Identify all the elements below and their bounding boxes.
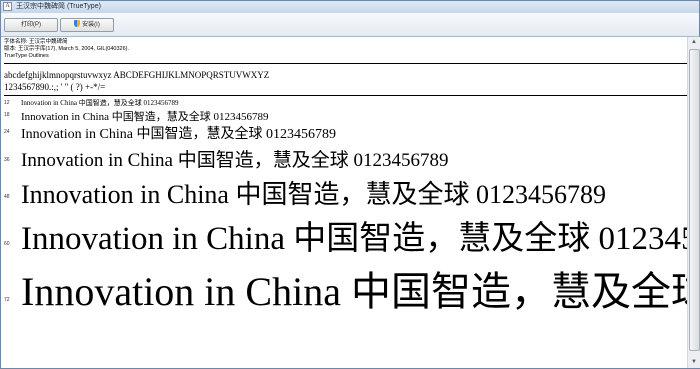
print-button[interactable]: 打印(P) xyxy=(4,18,58,32)
font-file-icon: A xyxy=(3,2,12,11)
sample-text: Innovation in China 中国智造，慧及全球 0123456789 xyxy=(21,150,449,171)
size-label: 12 xyxy=(4,100,10,106)
sample-text: Innovation in China 中国智造，慧及全球 0123456789 xyxy=(21,99,179,107)
divider xyxy=(4,95,687,96)
print-button-label: 打印(P) xyxy=(21,22,41,28)
size-label: 48 xyxy=(4,194,10,200)
title-bar: A 王汉宗中魏碑简 (TrueType) xyxy=(1,1,699,13)
scroll-up-icon[interactable]: ▲ xyxy=(688,37,700,48)
digits-sample: 1234567890.:,; ' " ( ?) +-*/= xyxy=(4,82,106,92)
scroll-thumb[interactable] xyxy=(689,49,700,351)
size-label: 60 xyxy=(4,241,10,247)
size-label: 24 xyxy=(4,129,10,135)
font-version-line: 版本: 王汉宗字库(17), March 5, 2004, GIL(040326… xyxy=(4,46,130,52)
font-type-line: TrueType Outlines xyxy=(4,53,49,59)
vertical-scrollbar[interactable]: ▲ ▼ xyxy=(687,37,700,368)
font-name-line: 字体名称: 王汉宗中魏碑简 xyxy=(4,39,68,45)
shield-icon xyxy=(74,20,81,27)
size-label: 36 xyxy=(4,157,10,163)
divider xyxy=(4,63,687,64)
toolbar: 打印(P) 安装(I) xyxy=(1,13,699,37)
install-button[interactable]: 安装(I) xyxy=(60,18,114,32)
sample-text: Innovation in China 中国智造，慧及全球 0123456789 xyxy=(21,127,336,142)
sample-text: Innovation in China 中国智造，慧及全球 0123456789 xyxy=(21,221,687,257)
window-title: 王汉宗中魏碑简 (TrueType) xyxy=(16,3,101,10)
sample-text: Innovation in China 中国智造，慧及全球 0123456789 xyxy=(21,111,269,123)
sample-text: Innovation in China 中国智造，慧及全球 0123456789 xyxy=(21,180,606,209)
sample-text: Innovation in China 中国智造，慧及全球 0123456789 xyxy=(21,269,687,314)
alphabet-sample: abcdefghijklmnopqrstuvwxyz ABCDEFGHIJKLM… xyxy=(4,70,270,80)
install-button-label: 安装(I) xyxy=(82,22,100,28)
font-viewer-window: A 王汉宗中魏碑简 (TrueType) 打印(P) 安装(I) 字体名称: 王… xyxy=(0,0,700,369)
font-preview-area: 字体名称: 王汉宗中魏碑简 版本: 王汉宗字库(17), March 5, 20… xyxy=(1,37,687,368)
scroll-down-icon[interactable]: ▼ xyxy=(688,357,700,368)
size-label: 18 xyxy=(4,112,10,118)
size-label: 72 xyxy=(4,297,10,303)
